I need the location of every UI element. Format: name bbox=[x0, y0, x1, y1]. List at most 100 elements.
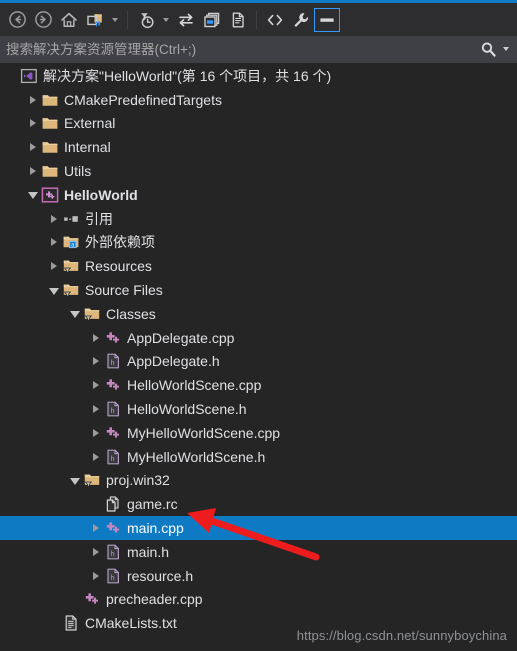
tree-item-source-files[interactable]: Source Files bbox=[0, 278, 517, 302]
code-brackets-icon[interactable] bbox=[262, 8, 288, 32]
tree-item-label: CMakeLists.txt bbox=[85, 615, 177, 632]
chevron-right-icon[interactable] bbox=[46, 255, 61, 278]
tree-item-myhelloworldscene-cpp[interactable]: MyHelloWorldScene.cpp bbox=[0, 421, 517, 445]
chevron-right-icon[interactable] bbox=[46, 207, 61, 230]
tree-item-precheader-cpp[interactable]: precheader.cpp bbox=[0, 588, 517, 612]
header-file-icon: h bbox=[103, 542, 123, 562]
chevron-right-icon[interactable] bbox=[25, 136, 40, 159]
tree-item-label: Internal bbox=[64, 139, 111, 156]
twisty-placeholder bbox=[46, 612, 61, 635]
tree-item-main-h[interactable]: h main.h bbox=[0, 540, 517, 564]
svg-text:h: h bbox=[111, 408, 115, 415]
collapse-all-icon[interactable] bbox=[225, 8, 251, 32]
tree-item-label: Source Files bbox=[85, 282, 163, 299]
chevron-right-icon[interactable] bbox=[46, 231, 61, 254]
show-all-files-icon[interactable] bbox=[82, 8, 108, 32]
twisty-placeholder bbox=[67, 588, 82, 611]
chevron-right-icon[interactable] bbox=[88, 350, 103, 373]
header-file-icon: h bbox=[103, 399, 123, 419]
tree-item-helloworldscene-cpp[interactable]: HelloWorldScene.cpp bbox=[0, 373, 517, 397]
solution-tree[interactable]: 解决方案"HelloWorld"(第 16 个项目，共 16 个) CMakePr… bbox=[0, 63, 517, 651]
chevron-right-icon[interactable] bbox=[88, 421, 103, 444]
tree-item-external[interactable]: External bbox=[0, 112, 517, 136]
header-file-icon: h bbox=[103, 351, 123, 371]
tree-item-classes[interactable]: Classes bbox=[0, 302, 517, 326]
chevron-right-icon[interactable] bbox=[88, 517, 103, 540]
tree-item-label: resource.h bbox=[127, 567, 194, 584]
chevron-right-icon[interactable] bbox=[88, 540, 103, 563]
chevron-right-icon[interactable] bbox=[25, 160, 40, 183]
tree-item-label: CMakePredefinedTargets bbox=[64, 91, 222, 108]
tree-item-helloworldscene-h[interactable]: h HelloWorldScene.h bbox=[0, 397, 517, 421]
cpp-project-icon bbox=[40, 185, 60, 205]
chevron-right-icon[interactable] bbox=[88, 398, 103, 421]
tree-item-proj-win32[interactable]: proj.win32 bbox=[0, 469, 517, 493]
tree-item-label: 引用 bbox=[85, 210, 113, 227]
svg-text:h: h bbox=[111, 575, 115, 582]
tree-item-references[interactable]: 引用 bbox=[0, 207, 517, 231]
watermark-text: https://blog.csdn.net/sunnyboychina bbox=[296, 628, 507, 643]
tree-item-label: precheader.cpp bbox=[106, 591, 203, 608]
resource-file-icon bbox=[103, 494, 123, 514]
refresh-windows-icon[interactable] bbox=[199, 8, 225, 32]
tree-item-external-dependencies[interactable]: a 外部依赖项 bbox=[0, 231, 517, 255]
toolbar-separator-2 bbox=[256, 10, 257, 29]
search-icon[interactable] bbox=[477, 38, 499, 60]
twisty-placeholder bbox=[88, 493, 103, 516]
filter-folder-icon bbox=[61, 280, 81, 300]
search-bar[interactable] bbox=[0, 36, 517, 63]
chevron-right-icon[interactable] bbox=[88, 564, 103, 587]
chevron-right-icon[interactable] bbox=[88, 374, 103, 397]
tree-item-appdelegate-cpp[interactable]: AppDelegate.cpp bbox=[0, 326, 517, 350]
solution-explorer-toolbar bbox=[0, 3, 517, 36]
tree-item-utils[interactable]: Utils bbox=[0, 159, 517, 183]
chevron-right-icon[interactable] bbox=[88, 326, 103, 349]
tree-item-label: MyHelloWorldScene.h bbox=[127, 448, 266, 465]
tree-item-main-cpp[interactable]: main.cpp bbox=[0, 516, 517, 540]
tree-item-internal[interactable]: Internal bbox=[0, 135, 517, 159]
chevron-down-icon[interactable] bbox=[67, 469, 82, 492]
tree-item-label: HelloWorldScene.h bbox=[127, 401, 247, 418]
pending-changes-dropdown[interactable] bbox=[159, 8, 173, 32]
chevron-down-icon bbox=[503, 47, 509, 51]
text-file-icon bbox=[61, 613, 81, 633]
tree-item-myhelloworldscene-h[interactable]: h MyHelloWorldScene.h bbox=[0, 445, 517, 469]
tree-item-label: AppDelegate.cpp bbox=[127, 329, 235, 346]
tree-item-label: main.cpp bbox=[127, 520, 184, 537]
chevron-down-icon[interactable] bbox=[25, 183, 40, 206]
tree-item-label: Classes bbox=[106, 305, 156, 322]
back-button[interactable] bbox=[4, 8, 30, 32]
tree-item-label: 解决方案"HelloWorld"(第 16 个项目，共 16 个) bbox=[43, 67, 332, 84]
search-options-dropdown[interactable] bbox=[499, 39, 513, 59]
chevron-down-icon[interactable] bbox=[46, 279, 61, 302]
tree-item-helloworld-project[interactable]: HelloWorld bbox=[0, 183, 517, 207]
pending-changes-icon[interactable] bbox=[133, 8, 159, 32]
chevron-down-icon[interactable] bbox=[67, 302, 82, 325]
preview-pane-icon[interactable] bbox=[314, 7, 340, 32]
tree-item-label: MyHelloWorldScene.cpp bbox=[127, 424, 281, 441]
tree-item-game-rc[interactable]: game.rc bbox=[0, 492, 517, 516]
tree-item-label: game.rc bbox=[127, 496, 178, 513]
chevron-right-icon[interactable] bbox=[25, 88, 40, 111]
cpp-file-icon bbox=[103, 423, 123, 443]
filter-folder-icon bbox=[61, 256, 81, 276]
search-input[interactable] bbox=[6, 41, 477, 57]
tree-item-cmakepredefinedtargets[interactable]: CMakePredefinedTargets bbox=[0, 88, 517, 112]
external-dependencies-icon: a bbox=[61, 232, 81, 252]
forward-button[interactable] bbox=[30, 8, 56, 32]
tree-item-resources[interactable]: Resources bbox=[0, 254, 517, 278]
tree-item-label: HelloWorldScene.cpp bbox=[127, 377, 262, 394]
tree-item-appdelegate-h[interactable]: h AppDelegate.h bbox=[0, 350, 517, 374]
tree-item-label: External bbox=[64, 115, 116, 132]
show-all-files-dropdown[interactable] bbox=[108, 8, 122, 32]
chevron-right-icon[interactable] bbox=[88, 445, 103, 468]
filter-folder-icon bbox=[82, 304, 102, 324]
wrench-icon[interactable] bbox=[288, 8, 314, 32]
chevron-right-icon[interactable] bbox=[25, 112, 40, 135]
home-button[interactable] bbox=[56, 8, 82, 32]
tree-item-label: HelloWorld bbox=[64, 186, 138, 203]
sync-arrows-icon[interactable] bbox=[173, 8, 199, 32]
tree-item-solution[interactable]: 解决方案"HelloWorld"(第 16 个项目，共 16 个) bbox=[0, 64, 517, 88]
tree-item-resource-h[interactable]: h resource.h bbox=[0, 564, 517, 588]
folder-icon bbox=[40, 113, 60, 133]
